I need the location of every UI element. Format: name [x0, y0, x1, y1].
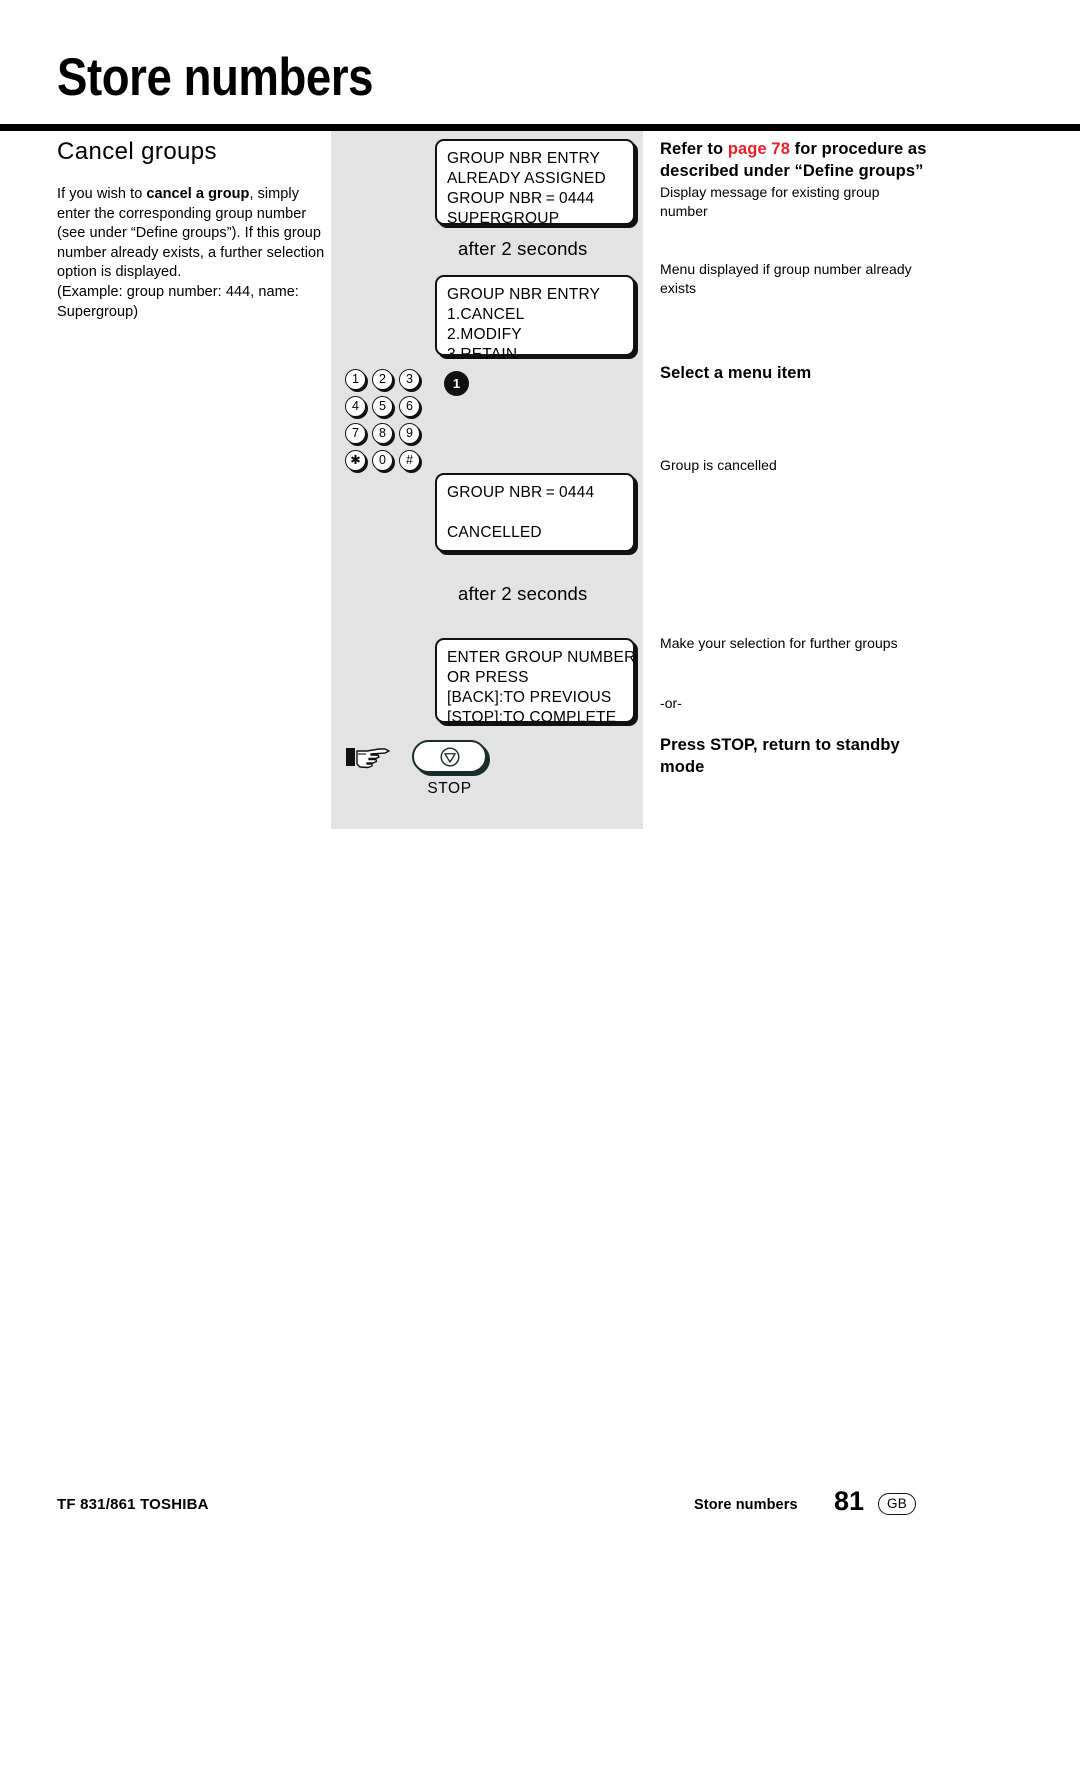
lcd-display-enter-group-number: ENTER GROUP NUMBER OR PRESS [BACK]:TO PR…	[435, 638, 636, 726]
lcd-value: 0444	[559, 190, 595, 207]
annotation-group-cancelled: Group is cancelled	[660, 457, 777, 473]
intro-paragraph: If you wish to cancel a group, simply en…	[57, 185, 325, 322]
lcd-line: OR PRESS	[447, 669, 529, 686]
lcd-line: [BACK]:TO PREVIOUS	[447, 689, 612, 706]
refer-to-page-note: Refer to page 78 for procedure as descri…	[660, 138, 930, 182]
page-reference-link[interactable]: page 78	[728, 140, 790, 158]
lcd-value: 0444	[559, 484, 595, 501]
lcd-line-spacer	[447, 503, 623, 523]
step-bullet-1[interactable]: 1	[444, 371, 469, 396]
keypad[interactable]: 1 2 3 4 5 6 7 8 9 ✱ 0 #	[345, 369, 421, 473]
lcd-line: GROUP NBR ENTRY	[447, 150, 601, 167]
annotation-or-divider: -or-	[660, 695, 682, 711]
lcd-line: ENTER GROUP NUMBER	[447, 649, 636, 666]
after-delay-label-1: after 2 seconds	[458, 238, 588, 259]
keypad-key-6[interactable]: 6	[399, 396, 420, 417]
intro-example-text: (Example: group number: 444, name: Super…	[57, 283, 299, 320]
lcd-line: GROUP NBR = 0444	[447, 484, 595, 501]
lcd-line: ALREADY ASSIGNED	[447, 170, 606, 187]
annotation-make-selection: Make your selection for further groups	[660, 635, 898, 651]
intro-bold-text: cancel a group	[146, 186, 250, 202]
annotation-press-stop: Press STOP, return to standby mode	[660, 736, 900, 776]
stop-button-label: STOP	[427, 780, 472, 797]
pointing-hand-icon	[345, 742, 393, 772]
annotation-display-message: Display message for existing group numbe…	[660, 184, 880, 219]
refer-prefix: Refer to	[660, 140, 728, 158]
keypad-key-9[interactable]: 9	[399, 423, 420, 444]
keypad-key-7[interactable]: 7	[345, 423, 366, 444]
lcd-line: GROUP NBR ENTRY	[447, 286, 601, 303]
lcd-line: GROUP NBR = 0444	[447, 190, 595, 207]
section-heading: Cancel groups	[57, 138, 217, 165]
lcd-display-menu-options: GROUP NBR ENTRY 1.CANCEL 2.MODIFY 3.RETA…	[435, 275, 635, 363]
stop-button-surface[interactable]	[412, 740, 487, 773]
lcd-line: 1.CANCEL	[447, 306, 525, 323]
footer-model-label: TF 831/861 TOSHIBA	[57, 1496, 209, 1513]
lcd-line: CANCELLED	[447, 524, 542, 541]
footer-page-number: 81	[834, 1486, 865, 1516]
intro-lead-text: If you wish to	[57, 186, 147, 202]
page-title: Store numbers	[57, 48, 374, 107]
keypad-key-3[interactable]: 3	[399, 369, 420, 390]
keypad-key-hash[interactable]: #	[399, 450, 420, 471]
stop-symbol-icon	[440, 747, 459, 766]
footer-region-badge: GB	[878, 1493, 916, 1515]
lcd-display-cancelled: GROUP NBR = 0444 CANCELLED	[435, 473, 635, 552]
footer-section-label: Store numbers	[694, 1497, 798, 1513]
keypad-key-0[interactable]: 0	[372, 450, 393, 471]
keypad-key-5[interactable]: 5	[372, 396, 393, 417]
keypad-key-star[interactable]: ✱	[345, 450, 366, 471]
annotation-select-menu-item: Select a menu item	[660, 364, 812, 382]
annotation-menu-displayed: Menu displayed if group number already e…	[660, 261, 912, 296]
keypad-key-8[interactable]: 8	[372, 423, 393, 444]
title-divider	[0, 124, 1080, 131]
lcd-display-already-assigned: GROUP NBR ENTRY ALREADY ASSIGNED GROUP N…	[435, 139, 635, 227]
lcd-line: 3.RETAIN	[447, 346, 518, 363]
keypad-key-1[interactable]: 1	[345, 369, 366, 390]
lcd-line: 2.MODIFY	[447, 326, 522, 343]
keypad-key-4[interactable]: 4	[345, 396, 366, 417]
lcd-line: SUPERGROUP	[447, 210, 560, 227]
stop-button[interactable]: STOP	[412, 740, 492, 800]
keypad-key-2[interactable]: 2	[372, 369, 393, 390]
after-delay-label-2: after 2 seconds	[458, 583, 588, 604]
lcd-line: [STOP]:TO COMPLETE	[447, 709, 617, 726]
